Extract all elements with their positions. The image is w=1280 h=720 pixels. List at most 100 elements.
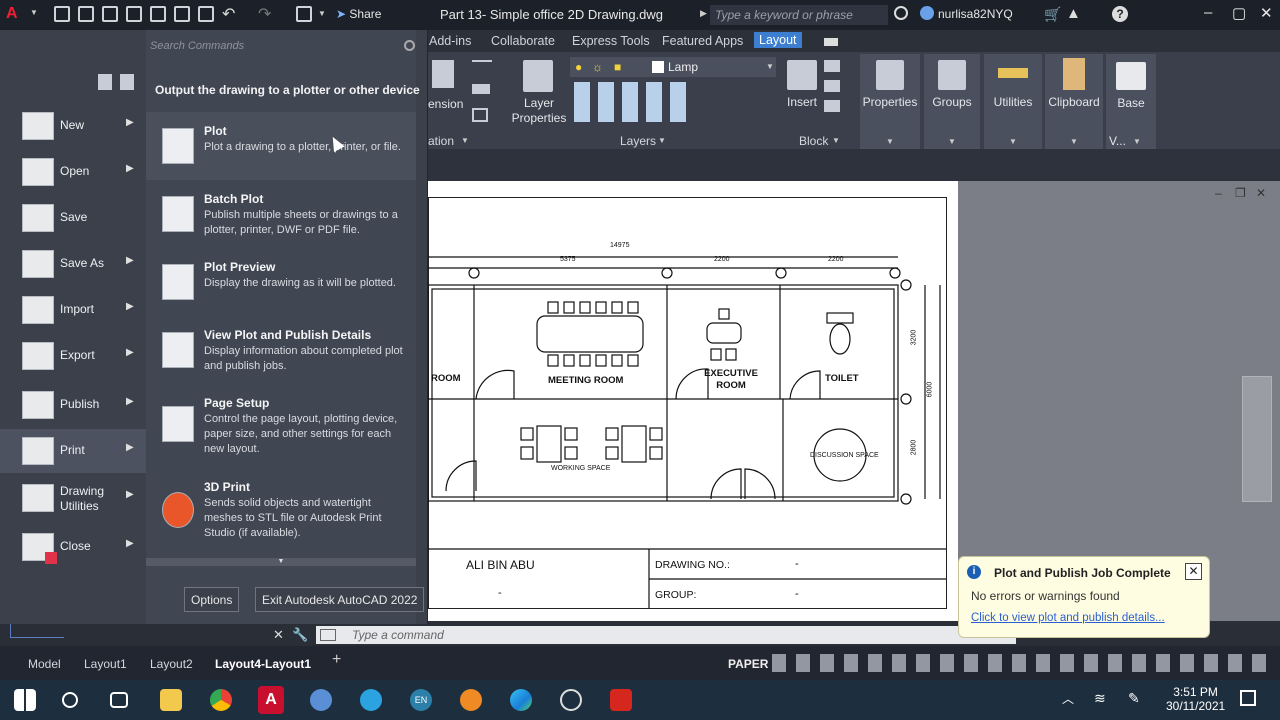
tray-chevron-icon[interactable]: ︿ [1062,690,1074,707]
submenu-item-3d-print[interactable]: 3D Print Sends solid objects and watertig… [146,468,416,550]
block-group-label[interactable]: Block [799,134,828,148]
ribbon-options-icon[interactable] [824,38,838,46]
menu-item-save-as[interactable]: Save As ▶ [0,242,146,286]
app-icon-globe[interactable] [310,689,332,711]
search-icon[interactable] [894,6,908,20]
search-input[interactable]: Type a keyword or phrase [710,5,888,25]
status-toolbar-icons[interactable] [772,654,1272,672]
minimize-icon[interactable]: – [1204,4,1212,21]
linear-dim-icon[interactable] [472,60,492,72]
open-documents-icon[interactable] [120,74,134,90]
new-file-icon[interactable] [54,6,70,22]
properties-panel[interactable]: Properties ▼ [860,54,920,149]
clipboard-panel[interactable]: Clipboard ▼ [1045,54,1103,149]
language-icon[interactable]: EN [410,689,432,711]
customize-arrow-icon[interactable]: ▼ [318,9,326,18]
plot-icon[interactable] [198,6,214,22]
base-panel[interactable]: Base V... ▼ [1106,54,1156,149]
search-commands-input[interactable]: Search Commands [146,36,418,56]
submenu-item-page-setup[interactable]: Page Setup Control the page layout, plott… [146,384,416,468]
save-web-icon[interactable] [174,6,190,22]
cart-icon[interactable]: 🛒 [1044,6,1061,23]
tab-add-ins[interactable]: Add-ins [429,34,471,48]
command-close-icon[interactable]: ✕ [273,627,284,643]
insert-icon[interactable] [787,60,817,90]
user-name[interactable]: nurlisa82NYQ [938,7,1013,21]
save-icon[interactable] [102,6,118,22]
workspace-icon[interactable] [296,6,312,22]
layer-properties-icon[interactable] [523,60,553,92]
submenu-item-plot-details[interactable]: View Plot and Publish Details Display inf… [146,316,416,384]
layer-tools-icons[interactable] [574,82,686,122]
system-clock[interactable]: 3:51 PM 30/11/2021 [1166,685,1225,713]
search-icon[interactable] [62,692,78,708]
submenu-item-batch-plot[interactable]: Batch Plot Publish multiple sheets or dra… [146,180,416,248]
insert-button[interactable]: Insert [787,95,817,109]
app-menu-arrow-icon[interactable]: ▼ [30,8,38,17]
tab-express-tools[interactable]: Express Tools [572,34,650,48]
task-view-icon[interactable] [110,692,128,708]
user-icon[interactable] [920,6,934,20]
layer-dropdown[interactable]: ● ☼ ■ Lamp ▼ [570,57,776,77]
annotation-dropdown-icon[interactable]: ▼ [461,136,469,145]
leader-icon[interactable] [472,84,490,94]
menu-item-export[interactable]: Export ▶ [0,334,146,378]
submenu-item-plot-preview[interactable]: Plot Preview Display the drawing as it wi… [146,248,416,316]
block-tools-icons[interactable] [824,60,840,120]
menu-item-drawing-utilities[interactable]: Drawing Utilities ▶ [0,476,146,520]
layers-group-label[interactable]: Layers [620,134,656,148]
file-explorer-icon[interactable] [160,689,182,711]
menu-item-new[interactable]: New ▶ [0,104,146,148]
help-icon[interactable]: ? [1112,6,1128,22]
telegram-icon[interactable] [360,689,382,711]
menu-item-import[interactable]: Import ▶ [0,288,146,332]
layers-dropdown-icon[interactable]: ▼ [658,136,666,145]
open-folder-icon[interactable] [78,6,94,22]
search-commands-icon[interactable] [404,40,415,51]
menu-item-save[interactable]: Save [0,196,146,240]
acrobat-icon[interactable] [610,689,632,711]
add-layout-icon[interactable]: + [332,651,341,669]
viewport-close-icon[interactable]: ✕ [1256,186,1266,200]
notifications-icon[interactable] [1240,690,1256,706]
save-as-icon[interactable] [126,6,142,22]
notification-close-icon[interactable]: ✕ [1185,563,1202,580]
groups-panel[interactable]: Groups ▼ [924,54,980,149]
app-icon-orange[interactable] [460,689,482,711]
edge-icon[interactable] [510,689,532,711]
tab-featured-apps[interactable]: Featured Apps [662,34,743,48]
windows-start-icon[interactable] [14,689,36,711]
dimension-icon[interactable] [432,60,454,88]
recent-documents-icon[interactable] [98,74,112,90]
tab-model[interactable]: Model [28,657,61,671]
submenu-scroll-down-icon[interactable]: ▼ [146,558,416,566]
paper-space-toggle[interactable]: PAPER [728,657,768,671]
navigation-bar[interactable] [1242,376,1272,502]
maximize-icon[interactable]: ▢ [1232,4,1246,22]
menu-item-print[interactable]: Print ▶ [0,429,146,473]
pen-icon[interactable]: ✎ [1128,690,1140,707]
autocad-taskbar-icon[interactable]: A [258,686,284,714]
autocad-logo-icon[interactable]: A [6,5,22,23]
chrome-icon[interactable] [210,689,232,711]
undo-icon[interactable]: ↶ [222,4,235,24]
view-plot-details-link[interactable]: Click to view plot and publish details..… [971,612,1165,624]
command-customize-icon[interactable]: 🔧 [292,627,308,643]
exit-autocad-button[interactable]: Exit Autodesk AutoCAD 2022 [255,587,425,612]
viewport-restore-icon[interactable]: ❐ [1235,186,1246,200]
annotation-group-label[interactable]: ation [428,134,454,148]
command-input[interactable]: Type a command [316,626,1016,644]
menu-item-publish[interactable]: Publish ▶ [0,383,146,427]
tab-collaborate[interactable]: Collaborate [491,34,555,48]
dimension-label[interactable]: ension [428,97,463,111]
layer-properties-button[interactable]: Layer Properties [508,96,570,126]
table-icon[interactable] [472,108,488,122]
account-icon[interactable]: ▲ [1066,5,1081,22]
utilities-panel[interactable]: Utilities ▼ [984,54,1042,149]
tab-layout2[interactable]: Layout2 [150,657,193,671]
tab-layout1[interactable]: Layout1 [84,657,127,671]
menu-item-close[interactable]: Close ▶ [0,525,146,569]
web-mobile-icon[interactable] [150,6,166,22]
command-history-icon[interactable] [320,629,336,641]
block-dropdown-icon[interactable]: ▼ [832,136,840,145]
